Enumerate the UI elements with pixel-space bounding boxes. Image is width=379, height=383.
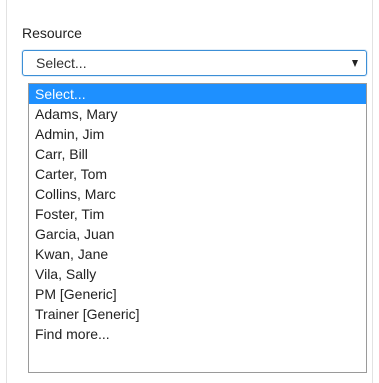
dropdown-option-adams-mary[interactable]: Adams, Mary — [29, 104, 366, 124]
dropdown-option-carter-tom[interactable]: Carter, Tom — [29, 164, 366, 184]
dropdown-option-kwan-jane[interactable]: Kwan, Jane — [29, 244, 366, 264]
dropdown-option-vila-sally[interactable]: Vila, Sally — [29, 264, 366, 284]
dropdown-option-select[interactable]: Select... — [29, 84, 366, 104]
dropdown-option-carr-bill[interactable]: Carr, Bill — [29, 144, 366, 164]
dropdown-option-pm-generic[interactable]: PM [Generic] — [29, 284, 366, 304]
resource-select[interactable]: Select... — [22, 50, 367, 76]
resource-label: Resource — [22, 25, 82, 41]
dropdown-option-trainer-generic[interactable]: Trainer [Generic] — [29, 304, 366, 324]
chevron-down-icon — [352, 60, 358, 67]
dropdown-option-foster-tim[interactable]: Foster, Tim — [29, 204, 366, 224]
dropdown-option-collins-marc[interactable]: Collins, Marc — [29, 184, 366, 204]
resource-select-value: Select... — [36, 55, 87, 71]
dropdown-option-admin-jim[interactable]: Admin, Jim — [29, 124, 366, 144]
dropdown-option-find-more[interactable]: Find more... — [29, 324, 366, 344]
dropdown-option-garcia-juan[interactable]: Garcia, Juan — [29, 224, 366, 244]
resource-dropdown-list: Select... Adams, Mary Admin, Jim Carr, B… — [28, 83, 367, 373]
